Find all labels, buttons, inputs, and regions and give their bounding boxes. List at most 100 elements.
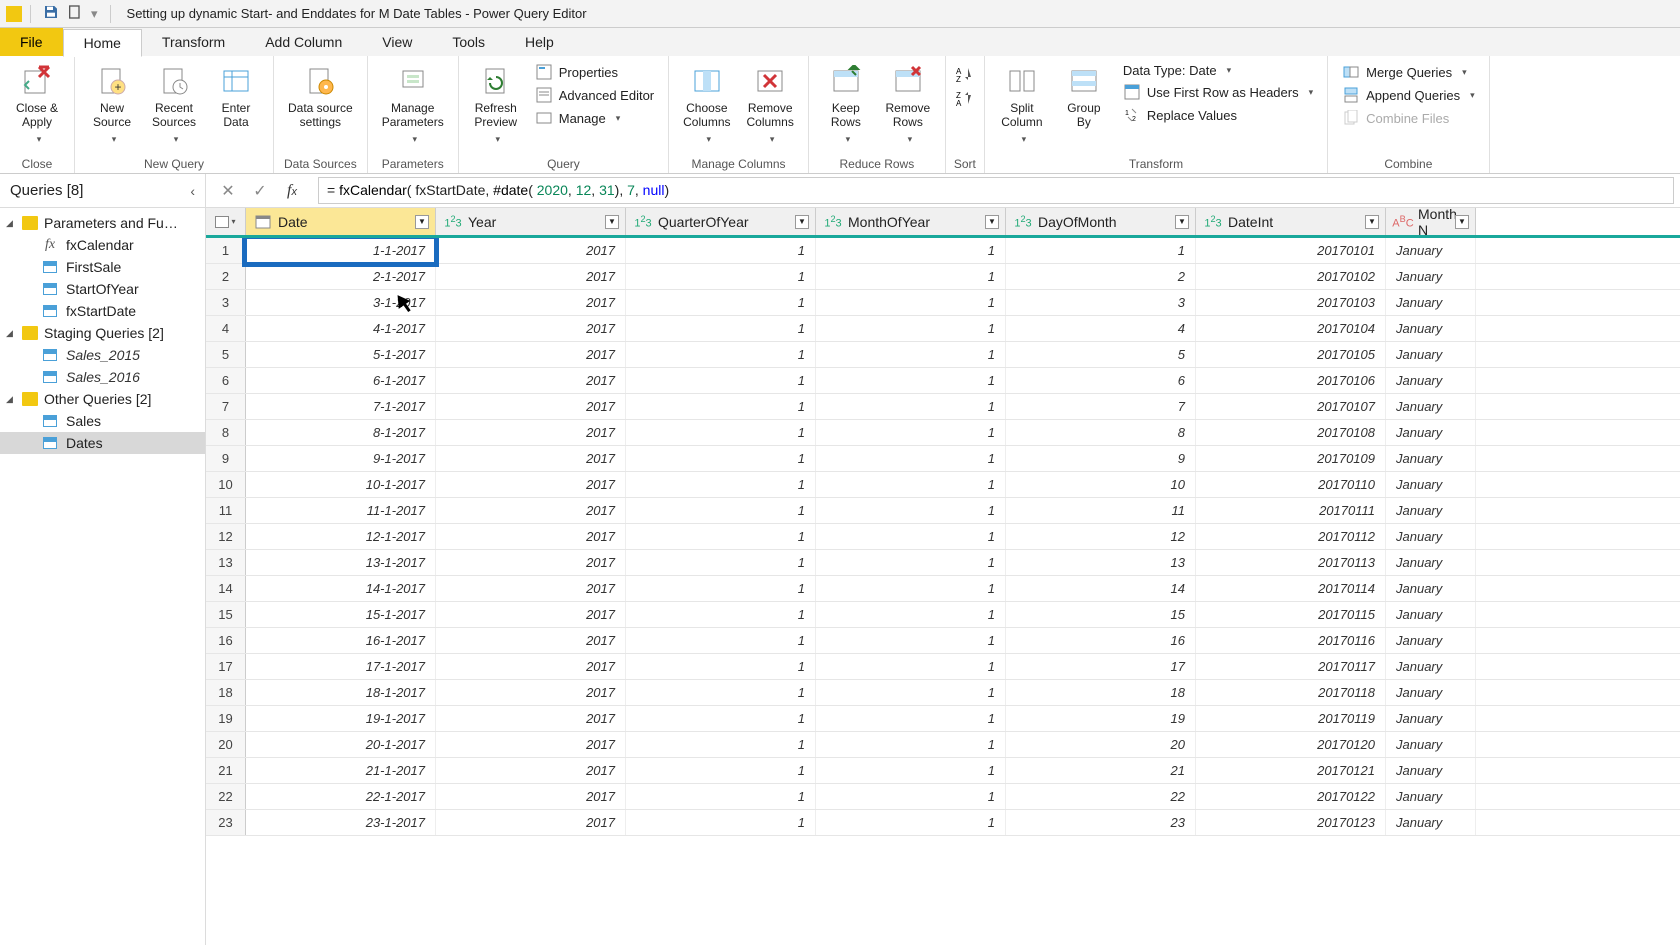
cell-dayofmonth[interactable]: 10 xyxy=(1006,472,1196,497)
cell-quarterofyear[interactable]: 1 xyxy=(626,498,816,523)
cell-monthname[interactable]: January xyxy=(1386,680,1476,705)
table-row[interactable]: 1313-1-20172017111320170113January xyxy=(206,550,1680,576)
table-row[interactable]: 1515-1-20172017111520170115January xyxy=(206,602,1680,628)
cell-dateint[interactable]: 20170111 xyxy=(1196,498,1386,523)
table-row[interactable]: 1010-1-20172017111020170110January xyxy=(206,472,1680,498)
table-row[interactable]: 1212-1-20172017111220170112January xyxy=(206,524,1680,550)
cell-year[interactable]: 2017 xyxy=(436,316,626,341)
new-source-button[interactable]: +New Source xyxy=(83,60,141,148)
column-header-dateint[interactable]: 123DateInt▼ xyxy=(1196,208,1386,235)
cell-monthofyear[interactable]: 1 xyxy=(816,576,1006,601)
column-filter-icon[interactable]: ▼ xyxy=(1455,215,1469,229)
cell-monthname[interactable]: January xyxy=(1386,498,1476,523)
cell-year[interactable]: 2017 xyxy=(436,420,626,445)
table-row[interactable]: 99-1-2017201711920170109January xyxy=(206,446,1680,472)
cell-dateint[interactable]: 20170107 xyxy=(1196,394,1386,419)
cell-monthname[interactable]: January xyxy=(1386,628,1476,653)
cell-year[interactable]: 2017 xyxy=(436,524,626,549)
cell-monthname[interactable]: January xyxy=(1386,264,1476,289)
cell-date[interactable]: 16-1-2017 xyxy=(246,628,436,653)
refresh-preview-button[interactable]: Refresh Preview xyxy=(467,60,525,148)
cell-dayofmonth[interactable]: 7 xyxy=(1006,394,1196,419)
cell-date[interactable]: 3-1-2017 xyxy=(246,290,436,315)
cell-monthofyear[interactable]: 1 xyxy=(816,394,1006,419)
enter-data-button[interactable]: Enter Data xyxy=(207,60,265,134)
query-item[interactable]: FirstSale xyxy=(0,256,205,278)
recent-sources-button[interactable]: Recent Sources xyxy=(145,60,203,148)
cell-quarterofyear[interactable]: 1 xyxy=(626,654,816,679)
grid-body[interactable]: 11-1-2017201711120170101January22-1-2017… xyxy=(206,238,1680,945)
cell-monthname[interactable]: January xyxy=(1386,238,1476,263)
cell-dayofmonth[interactable]: 19 xyxy=(1006,706,1196,731)
cell-monthofyear[interactable]: 1 xyxy=(816,238,1006,263)
cell-quarterofyear[interactable]: 1 xyxy=(626,316,816,341)
cell-monthofyear[interactable]: 1 xyxy=(816,732,1006,757)
row-number[interactable]: 1 xyxy=(206,238,246,263)
cell-year[interactable]: 2017 xyxy=(436,342,626,367)
cell-dayofmonth[interactable]: 2 xyxy=(1006,264,1196,289)
column-filter-icon[interactable]: ▼ xyxy=(415,215,429,229)
keep-rows-button[interactable]: Keep Rows xyxy=(817,60,875,148)
cell-monthofyear[interactable]: 1 xyxy=(816,602,1006,627)
qat-dropdown[interactable]: ▾ xyxy=(91,6,98,22)
cell-monthofyear[interactable]: 1 xyxy=(816,420,1006,445)
cell-year[interactable]: 2017 xyxy=(436,576,626,601)
row-number[interactable]: 11 xyxy=(206,498,246,523)
cell-quarterofyear[interactable]: 1 xyxy=(626,810,816,835)
cell-year[interactable]: 2017 xyxy=(436,550,626,575)
query-group-header[interactable]: ◢Other Queries [2] xyxy=(0,388,205,410)
cell-quarterofyear[interactable]: 1 xyxy=(626,706,816,731)
choose-columns-button[interactable]: Choose Columns xyxy=(677,60,736,148)
cell-monthname[interactable]: January xyxy=(1386,732,1476,757)
cell-quarterofyear[interactable]: 1 xyxy=(626,550,816,575)
cell-year[interactable]: 2017 xyxy=(436,628,626,653)
cell-monthofyear[interactable]: 1 xyxy=(816,342,1006,367)
cell-dayofmonth[interactable]: 9 xyxy=(1006,446,1196,471)
cell-dateint[interactable]: 20170122 xyxy=(1196,784,1386,809)
cell-monthofyear[interactable]: 1 xyxy=(816,550,1006,575)
table-row[interactable]: 1414-1-20172017111420170114January xyxy=(206,576,1680,602)
query-item[interactable]: StartOfYear xyxy=(0,278,205,300)
cell-monthname[interactable]: January xyxy=(1386,654,1476,679)
cell-dayofmonth[interactable]: 18 xyxy=(1006,680,1196,705)
cell-monthname[interactable]: January xyxy=(1386,420,1476,445)
cell-quarterofyear[interactable]: 1 xyxy=(626,680,816,705)
cell-dayofmonth[interactable]: 4 xyxy=(1006,316,1196,341)
cell-year[interactable]: 2017 xyxy=(436,758,626,783)
cell-dayofmonth[interactable]: 11 xyxy=(1006,498,1196,523)
cell-year[interactable]: 2017 xyxy=(436,368,626,393)
cell-dateint[interactable]: 20170113 xyxy=(1196,550,1386,575)
cell-dayofmonth[interactable]: 1 xyxy=(1006,238,1196,263)
cell-quarterofyear[interactable]: 1 xyxy=(626,602,816,627)
cell-dateint[interactable]: 20170106 xyxy=(1196,368,1386,393)
cell-monthofyear[interactable]: 1 xyxy=(816,680,1006,705)
cell-date[interactable]: 23-1-2017 xyxy=(246,810,436,835)
row-number[interactable]: 8 xyxy=(206,420,246,445)
cell-quarterofyear[interactable]: 1 xyxy=(626,732,816,757)
formula-fx-icon[interactable]: fx xyxy=(282,182,302,200)
cell-date[interactable]: 22-1-2017 xyxy=(246,784,436,809)
row-number[interactable]: 10 xyxy=(206,472,246,497)
column-header-dayofmonth[interactable]: 123DayOfMonth▼ xyxy=(1006,208,1196,235)
cell-dateint[interactable]: 20170112 xyxy=(1196,524,1386,549)
table-row[interactable]: 1616-1-20172017111620170116January xyxy=(206,628,1680,654)
column-filter-icon[interactable]: ▼ xyxy=(985,215,999,229)
combine-files-button[interactable]: Combine Files xyxy=(1336,108,1480,128)
formula-cancel-icon[interactable]: ✕ xyxy=(218,181,238,201)
row-number[interactable]: 5 xyxy=(206,342,246,367)
cell-dayofmonth[interactable]: 22 xyxy=(1006,784,1196,809)
cell-monthofyear[interactable]: 1 xyxy=(816,524,1006,549)
cell-dateint[interactable]: 20170108 xyxy=(1196,420,1386,445)
cell-date[interactable]: 19-1-2017 xyxy=(246,706,436,731)
cell-monthofyear[interactable]: 1 xyxy=(816,784,1006,809)
column-filter-icon[interactable]: ▼ xyxy=(1175,215,1189,229)
cell-date[interactable]: 18-1-2017 xyxy=(246,680,436,705)
table-row[interactable]: 55-1-2017201711520170105January xyxy=(206,342,1680,368)
cell-dayofmonth[interactable]: 6 xyxy=(1006,368,1196,393)
cell-year[interactable]: 2017 xyxy=(436,706,626,731)
cell-quarterofyear[interactable]: 1 xyxy=(626,576,816,601)
cell-date[interactable]: 9-1-2017 xyxy=(246,446,436,471)
row-number[interactable]: 4 xyxy=(206,316,246,341)
menu-transform[interactable]: Transform xyxy=(142,28,245,56)
table-row[interactable]: 22-1-2017201711220170102January xyxy=(206,264,1680,290)
